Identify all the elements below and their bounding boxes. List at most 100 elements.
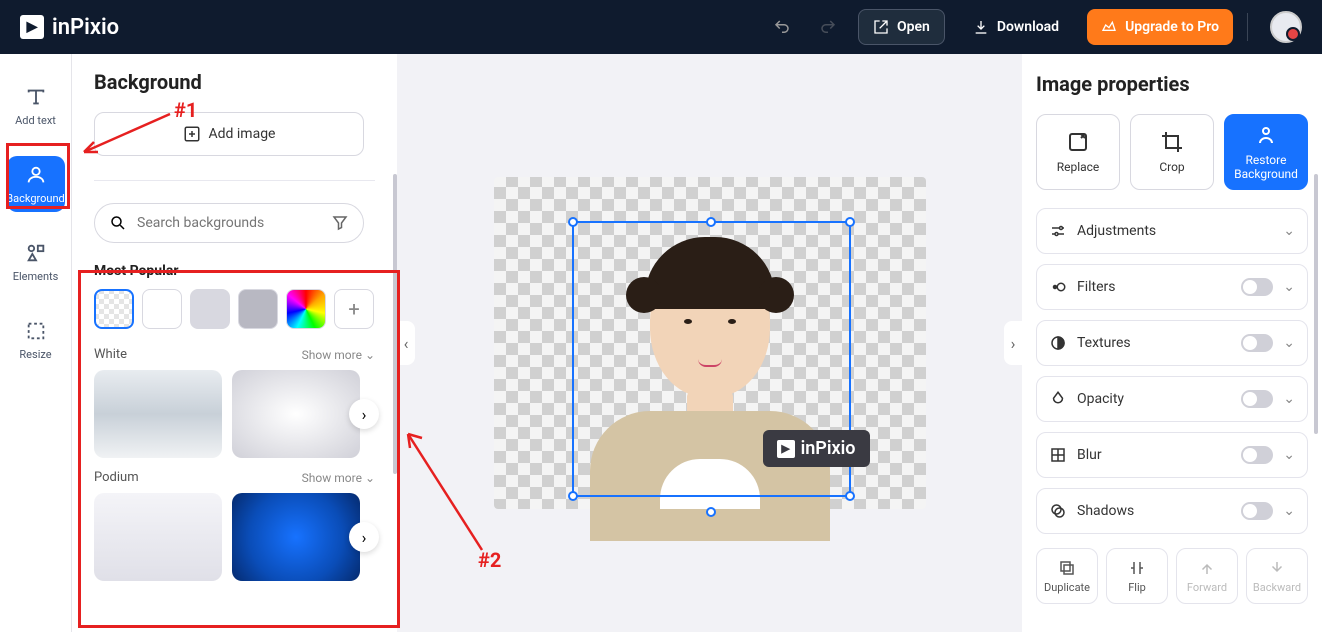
add-image-label: Add image <box>209 126 276 142</box>
handle-tl[interactable] <box>568 217 578 227</box>
crop-button[interactable]: Crop <box>1130 114 1214 190</box>
chevron-down-icon: ⌄ <box>1283 335 1295 351</box>
category-podium: Podium Show more ⌄ <box>94 470 375 485</box>
background-panel: Background Add image Most Popular + Whit… <box>72 54 397 632</box>
forward-button[interactable]: Forward <box>1176 548 1238 604</box>
logo: ▶ inPixio <box>20 15 119 40</box>
download-label: Download <box>997 19 1059 35</box>
sidebar-elements-label: Elements <box>13 270 59 283</box>
topbar: ▶ inPixio Open Download Upgrade to Pro <box>0 0 1322 54</box>
upgrade-label: Upgrade to Pro <box>1125 19 1219 35</box>
redo-button[interactable] <box>812 11 844 43</box>
opacity-row[interactable]: Opacity⌄ <box>1036 376 1308 422</box>
watermark-text: inPixio <box>801 438 856 459</box>
chevron-down-icon: ⌄ <box>365 471 375 485</box>
open-label: Open <box>897 19 930 35</box>
handle-tr[interactable] <box>845 217 855 227</box>
swatch-add[interactable]: + <box>334 289 374 329</box>
opacity-icon <box>1049 390 1067 408</box>
canvas-area: ‹ ▶ inPixio › <box>397 54 1022 632</box>
swatch-grey[interactable] <box>238 289 278 329</box>
collapse-right-button[interactable]: › <box>1004 321 1022 365</box>
handle-tm[interactable] <box>706 217 716 227</box>
blur-icon <box>1049 446 1067 464</box>
sidebar-item-resize[interactable]: Resize <box>7 312 65 368</box>
show-more-white[interactable]: Show more ⌄ <box>302 348 375 362</box>
handle-br[interactable] <box>845 491 855 501</box>
replace-button[interactable]: Replace <box>1036 114 1120 190</box>
blur-row[interactable]: Blur⌄ <box>1036 432 1308 478</box>
swatch-transparent[interactable] <box>94 289 134 329</box>
undo-button[interactable] <box>766 11 798 43</box>
properties-title: Image properties <box>1036 72 1308 96</box>
textures-toggle[interactable] <box>1241 334 1273 352</box>
flip-button[interactable]: Flip <box>1106 548 1168 604</box>
show-more-podium[interactable]: Show more ⌄ <box>302 471 375 485</box>
logo-icon: ▶ <box>20 15 44 39</box>
blur-toggle[interactable] <box>1241 446 1273 464</box>
chevron-down-icon: ⌄ <box>365 348 375 362</box>
chevron-down-icon: ⌄ <box>1283 503 1295 519</box>
filters-toggle[interactable] <box>1241 278 1273 296</box>
download-button[interactable]: Download <box>959 9 1073 45</box>
sidebar-addtext-label: Add text <box>15 114 56 127</box>
swatch-white[interactable] <box>142 289 182 329</box>
next-white[interactable]: › <box>349 399 379 429</box>
chevron-down-icon: ⌄ <box>1283 447 1295 463</box>
thumb-podium-1[interactable] <box>94 493 222 581</box>
filters-row[interactable]: Filters⌄ <box>1036 264 1308 310</box>
sidebar-item-addtext[interactable]: Add text <box>7 78 65 134</box>
adjustments-row[interactable]: Adjustments⌄ <box>1036 208 1308 254</box>
avatar[interactable] <box>1270 11 1302 43</box>
topbar-right: Open Download Upgrade to Pro <box>766 9 1302 45</box>
panel-title: Background <box>94 70 375 94</box>
upgrade-button[interactable]: Upgrade to Pro <box>1087 9 1233 45</box>
thumb-white-2[interactable] <box>232 370 360 458</box>
chevron-down-icon: ⌄ <box>1283 391 1295 407</box>
sidebar-item-elements[interactable]: Elements <box>7 234 65 290</box>
most-popular-title: Most Popular <box>94 263 375 279</box>
add-image-icon <box>183 125 201 143</box>
shadows-row[interactable]: Shadows⌄ <box>1036 488 1308 534</box>
sidebar-resize-label: Resize <box>19 348 51 361</box>
duplicate-button[interactable]: Duplicate <box>1036 548 1098 604</box>
category-white: White Show more ⌄ <box>94 347 375 362</box>
sidebar-background-label: Background <box>6 192 64 205</box>
swatch-colorpicker[interactable] <box>286 289 326 329</box>
sidebar-item-background[interactable]: Background <box>7 156 65 212</box>
thumb-row-podium: › <box>94 493 375 581</box>
shadows-toggle[interactable] <box>1241 502 1273 520</box>
swatch-lightgrey[interactable] <box>190 289 230 329</box>
next-podium[interactable]: › <box>349 522 379 552</box>
collapse-left-button[interactable]: ‹ <box>397 321 415 365</box>
open-button[interactable]: Open <box>858 9 945 45</box>
cat-podium-label: Podium <box>94 470 139 485</box>
thumb-podium-2[interactable] <box>232 493 360 581</box>
brand-text: inPixio <box>52 15 119 40</box>
textures-icon <box>1049 334 1067 352</box>
sliders-icon <box>1049 222 1067 240</box>
cat-white-label: White <box>94 347 127 362</box>
chevron-down-icon: ⌄ <box>1283 279 1295 295</box>
search-input[interactable] <box>137 215 321 231</box>
watermark: ▶ inPixio <box>763 430 870 467</box>
divider <box>1247 13 1248 41</box>
add-image-button[interactable]: Add image <box>94 112 364 156</box>
thumb-row-white: › <box>94 370 375 458</box>
separator <box>94 180 375 181</box>
handle-bm[interactable] <box>706 507 716 517</box>
chevron-down-icon: ⌄ <box>1283 223 1295 239</box>
properties-panel: Image properties Replace Crop Restore Ba… <box>1022 54 1322 632</box>
thumb-white-1[interactable] <box>94 370 222 458</box>
sidebar: Add text Background Elements Resize <box>0 54 72 632</box>
search-box[interactable] <box>94 203 364 243</box>
handle-bl[interactable] <box>568 491 578 501</box>
canvas[interactable]: ▶ inPixio <box>494 177 926 509</box>
filter-icon[interactable] <box>331 214 349 232</box>
backward-button[interactable]: Backward <box>1246 548 1308 604</box>
restore-bg-button[interactable]: Restore Background <box>1224 114 1308 190</box>
opacity-toggle[interactable] <box>1241 390 1273 408</box>
swatch-row: + <box>94 289 375 329</box>
filters-icon <box>1049 278 1067 296</box>
textures-row[interactable]: Textures⌄ <box>1036 320 1308 366</box>
